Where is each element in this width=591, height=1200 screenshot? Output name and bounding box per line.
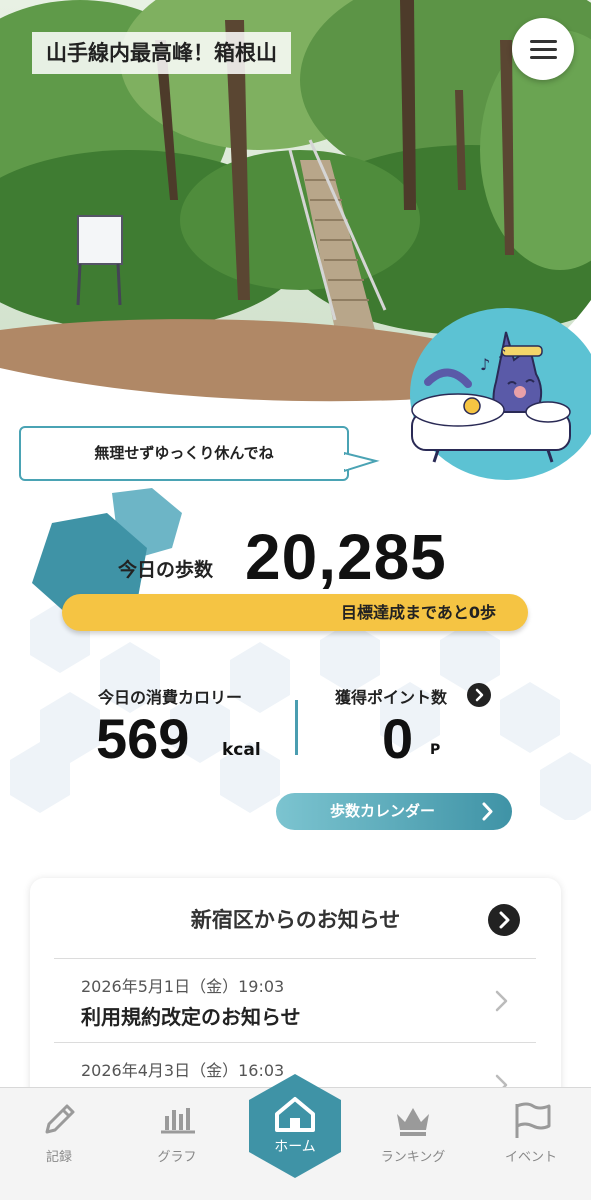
points-detail-button[interactable] [467,683,491,707]
news-title: 新宿区からのお知らせ [190,908,401,932]
points-value: 0 [382,707,414,770]
points-unit: P [430,742,441,758]
news-more-button[interactable] [488,904,520,936]
nav-label: 記録 [45,1150,72,1165]
location-title: 山手線内最高峰！箱根山 [32,32,291,74]
mascot-cat-bath-illustration: ♪ ♪ [410,308,591,480]
step-calendar-button[interactable]: 歩数カレンダー [276,793,512,830]
nav-label: イベント [504,1150,557,1165]
chevron-right-icon [495,990,508,1012]
chevron-right-icon [499,911,510,929]
nav-label: ホーム [274,1139,316,1155]
nav-item-graph[interactable]: グラフ [122,1088,232,1200]
speech-bubble-tail [344,451,380,473]
flag-icon [515,1102,551,1138]
calories-unit: kcal [222,740,261,760]
news-list-item[interactable]: 2026年5月1日（金）19:03 利用規約改定のお知らせ [54,958,536,1042]
crown-icon [397,1108,429,1136]
mascot-speech-bubble: 無理せずゆっくり休んでね [19,426,349,481]
chevron-right-icon [475,688,484,702]
svg-text:♪: ♪ [498,347,506,362]
points-label: 獲得ポイント数 [335,688,448,707]
hamburger-menu-icon [529,39,557,43]
stats-divider [295,700,298,755]
step-calendar-label: 歩数カレンダー [330,802,436,820]
hamburger-menu-button[interactable] [512,18,574,80]
calories-value: 569 [96,707,190,770]
chevron-right-icon [482,802,493,821]
nav-item-home[interactable]: ホーム [247,1072,343,1180]
steps-value: 20,285 [245,521,447,593]
news-headline: 利用規約改定のお知らせ [81,1005,301,1029]
nav-label: ランキング [380,1150,446,1165]
nav-item-record[interactable]: 記録 [4,1088,114,1200]
nav-label: グラフ [157,1150,197,1165]
pencil-icon [45,1104,75,1134]
calories-label: 今日の消費カロリー [98,688,243,707]
news-date: 2026年5月1日（金）19:03 [81,977,285,996]
steps-label: 今日の歩数 [118,559,214,581]
home-hexagon-background [249,1074,341,1178]
nav-item-ranking[interactable]: ランキング [358,1088,468,1200]
goal-progress-bar: 目標達成まであと0歩 [62,594,528,631]
nav-item-event[interactable]: イベント [476,1088,586,1200]
svg-text:♪: ♪ [480,355,490,374]
bar-chart-icon [161,1108,195,1134]
